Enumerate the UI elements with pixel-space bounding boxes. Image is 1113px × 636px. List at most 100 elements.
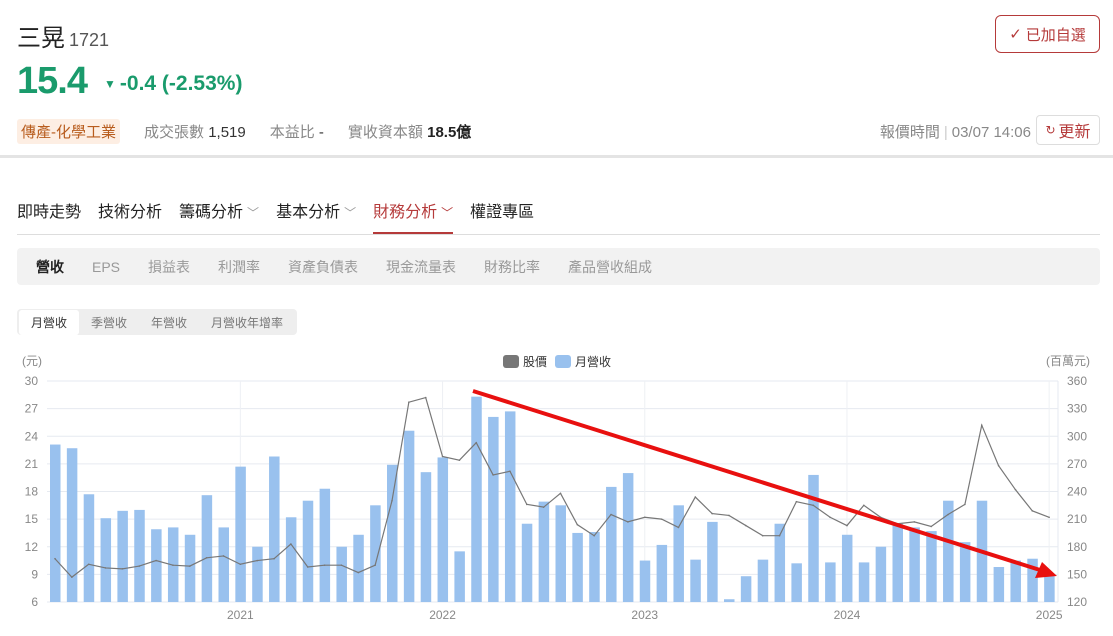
left-tick-label: 15 <box>25 512 39 526</box>
price-point <box>87 563 90 566</box>
price-point <box>239 563 242 566</box>
revenue-bar <box>488 416 499 602</box>
subtab-balance[interactable]: 資產負債表 <box>288 257 358 277</box>
tab-technical[interactable]: 技術分析 <box>98 198 162 234</box>
revenue-bar <box>471 396 482 602</box>
subtab-ratio[interactable]: 財務比率 <box>484 257 540 277</box>
revenue-bar <box>656 544 668 602</box>
legend-price-label[interactable]: 股價 <box>523 355 547 369</box>
revenue-bar <box>117 510 128 602</box>
revenue-bar <box>387 464 398 602</box>
tab-chips[interactable]: 籌碼分析 ﹀ <box>179 198 259 234</box>
subtab-income[interactable]: 損益表 <box>148 257 190 277</box>
legend[interactable]: 股價 月營收 <box>503 355 611 369</box>
price-point <box>138 565 141 567</box>
price-point <box>778 534 781 537</box>
left-tick-label: 18 <box>25 485 39 499</box>
revenue-bar <box>50 444 61 602</box>
x-tick-label: 2021 <box>227 608 254 622</box>
left-tick-label: 21 <box>25 457 39 471</box>
revenue-bar <box>757 559 769 602</box>
industry-badge[interactable]: 傳產-化學工業 <box>17 119 120 144</box>
left-tick-label: 6 <box>31 595 38 609</box>
volume-label: 成交張數 <box>144 124 205 141</box>
price-point <box>408 401 410 403</box>
price-point <box>711 512 713 515</box>
price-point <box>256 559 259 562</box>
price-point <box>222 555 225 557</box>
revenue-bar <box>218 527 229 602</box>
revenue-bar <box>555 505 566 602</box>
revenue-bar <box>707 521 718 602</box>
revenue-bar <box>724 599 735 602</box>
revenue-bar <box>353 534 364 602</box>
refresh-button[interactable]: ↻ 更新 <box>1036 115 1100 145</box>
right-tick-label: 180 <box>1067 540 1087 554</box>
revenue-bar <box>909 527 920 602</box>
price-point <box>71 576 73 578</box>
capital-label: 實收資本額 <box>347 124 423 141</box>
legend-revenue-label[interactable]: 月營收 <box>575 355 611 369</box>
refresh-icon: ↻ <box>1045 123 1056 137</box>
right-tick-label: 150 <box>1067 567 1087 581</box>
subtab-margin[interactable]: 利潤率 <box>218 257 260 277</box>
revenue-bar <box>892 523 903 602</box>
price-point <box>54 557 56 560</box>
main-nav: 即時走勢 技術分析 籌碼分析 ﹀ 基本分析 ﹀ 財務分析 ﹀ 權證專區 <box>17 198 551 234</box>
price-point <box>559 492 562 495</box>
price-point <box>728 514 730 517</box>
capital-info: 實收資本額 18.5億 <box>348 121 471 142</box>
x-tick-label: 2024 <box>834 608 861 622</box>
revenue-bar <box>285 517 297 602</box>
header-divider <box>0 155 1113 158</box>
price-point <box>104 567 107 569</box>
capital-value: 18.5億 <box>427 124 472 141</box>
tab-fundamental[interactable]: 基本分析 ﹀ <box>276 198 356 234</box>
price-point <box>340 564 343 566</box>
left-tick-label: 9 <box>31 567 38 581</box>
revenue-bar <box>184 534 196 602</box>
price-point <box>576 523 579 526</box>
nav-divider <box>17 234 1100 235</box>
price-point <box>306 566 309 568</box>
right-tick-label: 270 <box>1067 457 1087 471</box>
x-tick-label: 2022 <box>429 608 456 622</box>
separator: | <box>943 124 948 141</box>
revenue-bar <box>572 532 583 602</box>
revenue-bar <box>538 501 550 602</box>
chevron-down-icon: ﹀ <box>344 206 357 220</box>
chevron-down-icon: ﹀ <box>247 206 260 220</box>
subtab-cashflow[interactable]: 現金流量表 <box>386 257 456 277</box>
revenue-bar <box>740 576 752 602</box>
x-tick-label: 2025 <box>1036 608 1063 622</box>
revenue-bar <box>926 531 937 602</box>
price-point <box>863 504 865 507</box>
right-tick-label: 240 <box>1067 485 1087 499</box>
revenue-bar <box>943 500 954 602</box>
subtab-product-mix[interactable]: 產品營收組成 <box>568 257 652 277</box>
tab-financial[interactable]: 財務分析 ﹀ <box>373 198 454 234</box>
segment-yoy[interactable]: 月營收年增率 <box>199 310 295 335</box>
revenue-bar <box>235 466 246 602</box>
revenue-bar <box>437 457 449 602</box>
price-point <box>947 513 949 516</box>
subtab-revenue[interactable]: 營收 <box>36 257 64 277</box>
segment-quarterly[interactable]: 季營收 <box>79 310 139 335</box>
pe-info: 本益比 - <box>270 121 324 142</box>
price-point <box>643 516 646 519</box>
segment-yearly[interactable]: 年營收 <box>139 310 199 335</box>
tab-realtime[interactable]: 即時走勢 <box>17 198 81 234</box>
right-tick-label: 360 <box>1067 374 1087 388</box>
segment-monthly[interactable]: 月營收 <box>19 309 80 335</box>
tab-warrant[interactable]: 權證專區 <box>470 198 534 234</box>
follow-label: 已加自選 <box>1025 26 1086 44</box>
revenue-period-segment: 月營收 季營收 年營收 月營收年增率 <box>17 309 298 335</box>
revenue-bar <box>134 509 145 602</box>
tab-label: 即時走勢 <box>17 204 82 221</box>
tab-label: 基本分析 <box>276 204 341 221</box>
stock-name: 三晃 1721 <box>17 18 109 53</box>
follow-button[interactable]: ✓ 已加自選 <box>995 15 1100 53</box>
subtab-eps[interactable]: EPS <box>92 259 120 275</box>
revenue-bar <box>370 505 381 602</box>
price-point <box>694 496 697 498</box>
